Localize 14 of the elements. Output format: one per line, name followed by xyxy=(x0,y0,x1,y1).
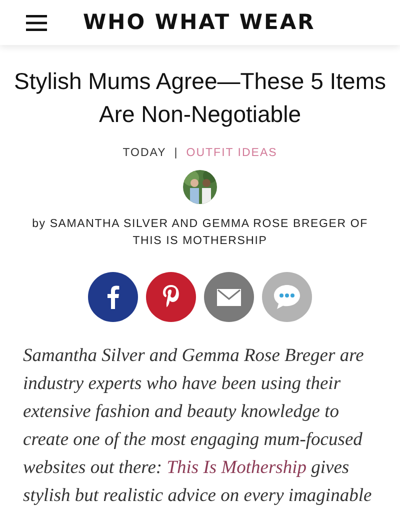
separator: | xyxy=(174,146,178,161)
intro-paragraph: Samantha Silver and Gemma Rose Breger are industry experts who have been using their extensive fashion and beauty knowledge to create one of the most engaging mum-focused websites out there: This Is Mothership gives stylish but realistic advice on every imaginable xyxy=(23,345,373,508)
comment-icon xyxy=(273,284,301,310)
facebook-icon xyxy=(106,285,120,310)
logo[interactable]: WHO WHAT WEAR xyxy=(83,6,316,38)
email-icon xyxy=(217,288,241,306)
facebook-share-button[interactable] xyxy=(88,272,138,322)
article-title: Stylish Mums Agree—These 5 Items Are Non-Negotiable xyxy=(13,67,387,129)
byline: by SAMANTHA SILVER AND GEMMA ROSE BREGER OF THIS IS MOTHERSHIP xyxy=(31,217,369,250)
menu-icon[interactable] xyxy=(26,14,47,30)
site-link[interactable]: This Is Mothership xyxy=(166,458,306,478)
publish-date: TODAY xyxy=(122,146,166,161)
pinterest-share-button[interactable] xyxy=(146,272,196,322)
email-share-button[interactable] xyxy=(204,272,254,322)
